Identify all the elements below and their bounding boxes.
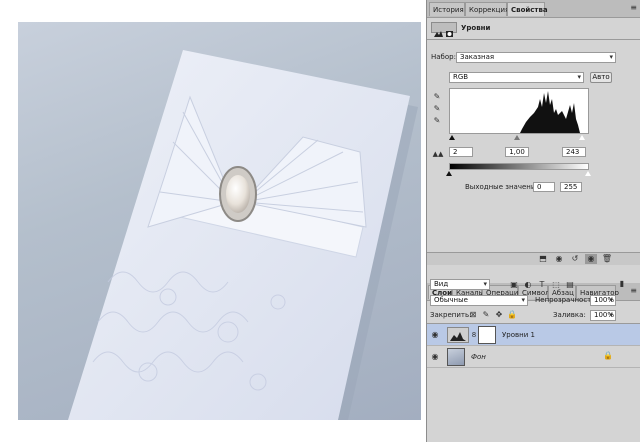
- visibility-icon[interactable]: ◉: [585, 254, 597, 264]
- opacity-field[interactable]: 100%: [590, 295, 616, 306]
- preset-dropdown[interactable]: Заказная: [456, 52, 616, 63]
- white-eyedropper-icon[interactable]: ✎: [432, 116, 442, 126]
- input-slider-track[interactable]: [449, 135, 589, 141]
- filter-adjustment-icon[interactable]: ◐: [523, 280, 533, 290]
- lock-pixels-icon[interactable]: ✎: [481, 310, 491, 320]
- output-label: Выходные значения:: [465, 183, 542, 191]
- tab-history[interactable]: История: [429, 2, 465, 16]
- filter-toggle-icon[interactable]: ▮: [617, 279, 627, 289]
- layer-thumbnail[interactable]: [447, 348, 465, 366]
- tab-adjustments[interactable]: Коррекция: [465, 2, 509, 16]
- blend-mode-dropdown[interactable]: Обычные: [430, 295, 528, 306]
- wedding-card-photo: [68, 50, 418, 420]
- input-white-field[interactable]: 243: [562, 147, 586, 157]
- properties-footer: ⬒ ◉ ↺ ◉ 🗑: [427, 252, 640, 265]
- opacity-label: Непрозрачность:: [535, 296, 598, 304]
- output-black-field[interactable]: 0: [533, 182, 555, 192]
- right-panel: История Коррекция Свойства ≡ Уровни Набо…: [426, 0, 640, 442]
- lock-all-icon[interactable]: 🔒: [507, 310, 517, 320]
- fill-field[interactable]: 100%: [590, 310, 616, 321]
- reset-icon[interactable]: ↺: [569, 254, 581, 264]
- view-previous-icon[interactable]: ◉: [553, 254, 565, 264]
- input-white-handle[interactable]: [579, 135, 585, 140]
- image-canvas[interactable]: [18, 22, 421, 420]
- layer-filter-dropdown[interactable]: Вид: [430, 279, 490, 290]
- filter-value: Вид: [434, 280, 449, 288]
- layer-row-levels[interactable]: ◉ 8 Уровни 1: [427, 324, 640, 346]
- filter-smart-icon[interactable]: ▤: [565, 280, 575, 290]
- output-gradient: [449, 163, 589, 170]
- clipping-warning-icon[interactable]: ▲▲: [431, 149, 445, 159]
- adjustment-title: Уровни: [461, 24, 491, 32]
- output-white-handle[interactable]: [585, 171, 591, 176]
- trash-icon[interactable]: 🗑: [601, 254, 613, 264]
- fill-value: 100%: [594, 311, 615, 319]
- channel-dropdown[interactable]: RGB: [449, 72, 584, 83]
- input-black-handle[interactable]: [449, 135, 455, 140]
- lock-icon: 🔒: [603, 351, 613, 360]
- layer-name[interactable]: Уровни 1: [502, 331, 535, 339]
- layers-menu-icon[interactable]: ≡: [630, 286, 637, 295]
- layer-name[interactable]: Фон: [471, 353, 486, 361]
- lock-position-icon[interactable]: ✥: [494, 310, 504, 320]
- eye-icon[interactable]: ◉: [430, 330, 440, 340]
- black-eyedropper-icon[interactable]: ✎: [432, 92, 442, 102]
- input-black-field[interactable]: 2: [449, 147, 473, 157]
- lock-label: Закрепить:: [430, 311, 472, 319]
- filter-shape-icon[interactable]: ⬚: [551, 280, 561, 290]
- clip-to-layer-icon[interactable]: ⬒: [537, 254, 549, 264]
- properties-tabbar: История Коррекция Свойства ≡: [427, 0, 640, 18]
- filter-type-icon[interactable]: T: [537, 280, 547, 290]
- gray-eyedropper-icon[interactable]: ✎: [432, 104, 442, 114]
- filter-pixel-icon[interactable]: ▣: [509, 280, 519, 290]
- input-gamma-field[interactable]: 1,00: [505, 147, 529, 157]
- tab-properties[interactable]: Свойства: [507, 2, 548, 16]
- blend-mode-value: Обычные: [434, 296, 468, 304]
- levels-icon: [431, 22, 457, 37]
- histogram-graph: [450, 91, 588, 133]
- levels-adjustment-icon: [447, 327, 469, 343]
- fill-label: Заливка:: [553, 311, 586, 319]
- auto-button[interactable]: Авто: [590, 72, 612, 83]
- channel-value: RGB: [453, 73, 469, 81]
- layer-mask-thumbnail[interactable]: [478, 326, 496, 344]
- input-gamma-handle[interactable]: [514, 135, 520, 140]
- output-white-field[interactable]: 255: [560, 182, 582, 192]
- preset-label: Набор:: [431, 53, 456, 61]
- output-black-handle[interactable]: [446, 171, 452, 176]
- divider: [427, 39, 640, 40]
- layer-row-background[interactable]: ◉ Фон 🔒: [427, 346, 640, 368]
- link-icon[interactable]: 8: [471, 330, 477, 340]
- preset-value: Заказная: [460, 53, 495, 61]
- panel-menu-icon[interactable]: ≡: [630, 3, 637, 12]
- opacity-value: 100%: [594, 296, 615, 304]
- histogram: [449, 88, 589, 134]
- lock-transparent-icon[interactable]: ⊠: [468, 310, 478, 320]
- eye-icon[interactable]: ◉: [430, 352, 440, 362]
